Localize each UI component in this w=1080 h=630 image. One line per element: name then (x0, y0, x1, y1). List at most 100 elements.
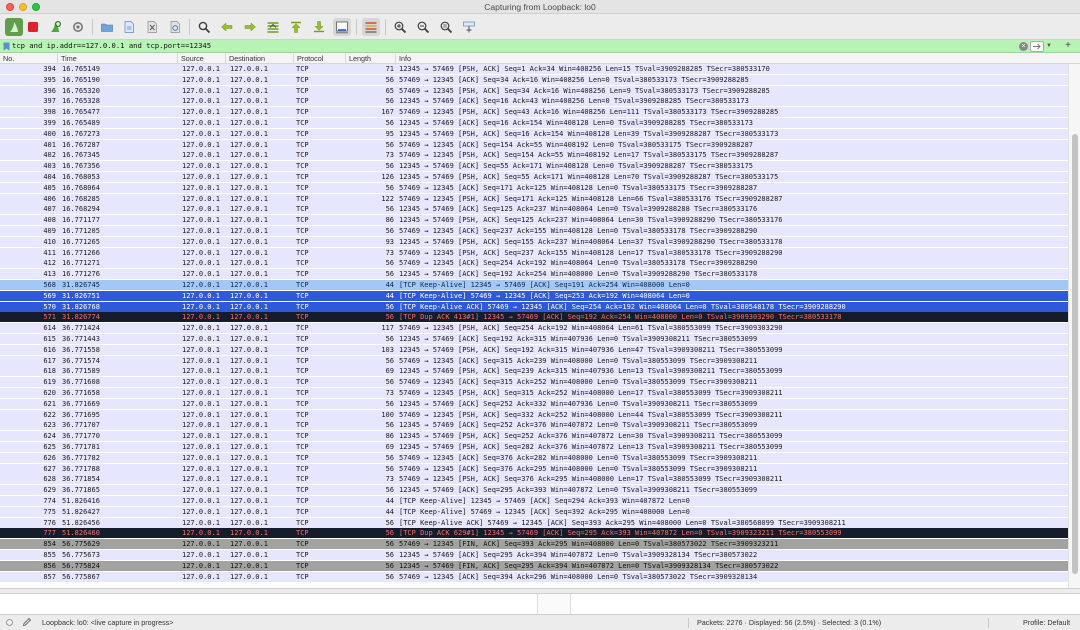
packet-row[interactable]: 568 31.826745 127.0.0.1 127.0.0.1 TCP 44 [TCP … (0, 280, 1068, 290)
packet-source: 127.0.0.1 (182, 356, 220, 365)
stop-capture-button[interactable] (24, 18, 42, 36)
packet-row[interactable]: 403 16.767356 127.0.0.1 127.0.0.1 TCP 56 12345… (0, 161, 1068, 172)
packet-row[interactable]: 401 16.767287 127.0.0.1 127.0.0.1 TCP 56 57469… (0, 139, 1068, 150)
packet-row[interactable]: 405 16.768064 127.0.0.1 127.0.0.1 TCP 56 57469… (0, 182, 1068, 193)
packet-row[interactable]: 618 36.771589 127.0.0.1 127.0.0.1 TCP 69 12345… (0, 366, 1068, 377)
packet-row[interactable]: 410 16.771265 127.0.0.1 127.0.0.1 TCP 93 12345… (0, 236, 1068, 247)
packet-row[interactable]: 569 31.826751 127.0.0.1 127.0.0.1 TCP 44 [TCP … (0, 290, 1068, 301)
packet-row[interactable]: 856 56.775824 127.0.0.1 127.0.0.1 TCP 56 12345… (0, 560, 1068, 571)
packet-row[interactable]: 409 16.771205 127.0.0.1 127.0.0.1 TCP 56 57469… (0, 226, 1068, 236)
packet-row[interactable]: 627 36.771788 127.0.0.1 127.0.0.1 TCP 56 57469… (0, 463, 1068, 474)
packet-row[interactable]: 408 16.771177 127.0.0.1 127.0.0.1 TCP 86 12345… (0, 215, 1068, 226)
bookmark-icon[interactable] (3, 42, 10, 51)
packet-row[interactable]: 622 36.771695 127.0.0.1 127.0.0.1 TCP 100 5746… (0, 409, 1068, 420)
add-filter-button[interactable]: + (1062, 40, 1074, 52)
packet-row[interactable]: 616 36.771558 127.0.0.1 127.0.0.1 TCP 103 1234… (0, 344, 1068, 355)
packet-info: 12345 → 57469 [ACK] Seq=55 Ack=171 Win=4… (399, 162, 754, 171)
packet-row[interactable]: 399 16.765489 127.0.0.1 127.0.0.1 TCP 56 12345… (0, 118, 1068, 128)
packet-row[interactable]: 396 16.765320 127.0.0.1 127.0.0.1 TCP 65 57469… (0, 85, 1068, 96)
packet-row[interactable]: 398 16.765477 127.0.0.1 127.0.0.1 TCP 167 5746… (0, 107, 1068, 118)
packet-row[interactable]: 854 56.775629 127.0.0.1 127.0.0.1 TCP 56 57469… (0, 539, 1068, 550)
packet-row[interactable]: 411 16.771266 127.0.0.1 127.0.0.1 TCP 73 57469… (0, 247, 1068, 258)
recent-filters-dropdown[interactable]: ▼ (1045, 41, 1053, 52)
packet-destination: 127.0.0.1 (230, 356, 268, 365)
packet-row[interactable]: 402 16.767345 127.0.0.1 127.0.0.1 TCP 73 57469… (0, 150, 1068, 161)
packet-row[interactable]: 407 16.768294 127.0.0.1 127.0.0.1 TCP 56 12345… (0, 204, 1068, 215)
packet-source: 127.0.0.1 (182, 140, 220, 149)
scrollbar-thumb[interactable] (1072, 134, 1078, 574)
packet-row[interactable]: 624 36.771770 127.0.0.1 127.0.0.1 TCP 86 12345… (0, 431, 1068, 442)
pane-resize-grip[interactable] (537, 594, 571, 614)
start-capture-button[interactable] (5, 18, 23, 36)
zoom-out-button[interactable] (414, 18, 432, 36)
packet-row[interactable]: 400 16.767273 127.0.0.1 127.0.0.1 TCP 95 12345… (0, 128, 1068, 139)
last-packet-button[interactable] (310, 18, 328, 36)
packet-row[interactable]: 614 36.771424 127.0.0.1 127.0.0.1 TCP 117 5746… (0, 323, 1068, 334)
apply-filter-button[interactable] (1030, 41, 1044, 52)
go-to-packet-button[interactable] (264, 18, 282, 36)
capture-comment-icon[interactable] (22, 617, 32, 627)
reload-file-button[interactable] (166, 18, 184, 36)
packet-protocol: TCP (296, 497, 309, 505)
column-header-protocol[interactable]: Protocol (294, 54, 346, 64)
packet-row[interactable]: 620 36.771658 127.0.0.1 127.0.0.1 TCP 73 57469… (0, 388, 1068, 398)
column-header-length[interactable]: Length (346, 54, 396, 64)
packet-list[interactable]: 394 16.765149 127.0.0.1 127.0.0.1 TCP 71 12345… (0, 64, 1068, 588)
clear-filter-button[interactable]: × (1019, 42, 1028, 51)
restart-capture-button[interactable] (46, 18, 64, 36)
find-packet-button[interactable] (195, 18, 213, 36)
colorize-button[interactable] (362, 18, 380, 36)
packet-row[interactable]: 621 36.771669 127.0.0.1 127.0.0.1 TCP 56 12345… (0, 398, 1068, 409)
go-back-button[interactable] (218, 18, 236, 36)
packet-row[interactable]: 625 36.771781 127.0.0.1 127.0.0.1 TCP 69 12345… (0, 442, 1068, 452)
packet-length: 56 (385, 378, 394, 387)
packet-row[interactable]: 395 16.765190 127.0.0.1 127.0.0.1 TCP 56 57469… (0, 74, 1068, 85)
column-header-time[interactable]: Time (58, 54, 178, 64)
capture-options-button[interactable] (69, 18, 87, 36)
zoom-in-button[interactable] (391, 18, 409, 36)
packet-row[interactable]: 406 16.768285 127.0.0.1 127.0.0.1 TCP 122 5746… (0, 193, 1068, 204)
packet-row[interactable]: 404 16.768053 127.0.0.1 127.0.0.1 TCP 126 1234… (0, 172, 1068, 182)
packet-row[interactable]: 571 31.826774 127.0.0.1 127.0.0.1 TCP 56 [TCP … (0, 312, 1068, 323)
packet-row[interactable]: 570 31.826768 127.0.0.1 127.0.0.1 TCP 56 [TCP … (0, 301, 1068, 312)
packet-row[interactable]: 855 56.775673 127.0.0.1 127.0.0.1 TCP 56 12345… (0, 550, 1068, 560)
packet-row[interactable]: 394 16.765149 127.0.0.1 127.0.0.1 TCP 71 12345… (0, 64, 1068, 74)
packet-row[interactable]: 775 51.826427 127.0.0.1 127.0.0.1 TCP 44 [TCP … (0, 506, 1068, 517)
packet-protocol: TCP (296, 108, 309, 117)
save-file-button[interactable] (120, 18, 138, 36)
autoscroll-button[interactable] (333, 18, 351, 36)
packet-row[interactable]: 857 56.775867 127.0.0.1 127.0.0.1 TCP 56 57469… (0, 571, 1068, 582)
packet-row[interactable]: 412 16.771271 127.0.0.1 127.0.0.1 TCP 56 57469… (0, 258, 1068, 269)
go-forward-button[interactable] (241, 18, 259, 36)
packet-row[interactable]: 774 51.826416 127.0.0.1 127.0.0.1 TCP 44 [TCP … (0, 496, 1068, 506)
packet-row[interactable]: 615 36.771443 127.0.0.1 127.0.0.1 TCP 56 12345… (0, 334, 1068, 344)
packet-source: 127.0.0.1 (182, 129, 220, 138)
column-header-source[interactable]: Source (178, 54, 226, 64)
column-header-destination[interactable]: Destination (226, 54, 294, 64)
zoom-normal-button[interactable] (437, 18, 455, 36)
column-header-no[interactable]: No. (0, 54, 58, 64)
packet-row[interactable]: 623 36.771707 127.0.0.1 127.0.0.1 TCP 56 12345… (0, 420, 1068, 431)
packet-row[interactable]: 628 36.771854 127.0.0.1 127.0.0.1 TCP 73 57469… (0, 474, 1068, 485)
packet-row[interactable]: 397 16.765328 127.0.0.1 127.0.0.1 TCP 56 12345… (0, 96, 1068, 107)
zoom-out-icon (417, 21, 430, 34)
open-file-button[interactable] (98, 18, 116, 36)
packet-row[interactable]: 776 51.826456 127.0.0.1 127.0.0.1 TCP 56 [TCP … (0, 517, 1068, 528)
profile-text[interactable]: Profile: Default (1023, 615, 1070, 630)
close-file-button[interactable] (143, 18, 161, 36)
packet-row[interactable]: 629 36.771865 127.0.0.1 127.0.0.1 TCP 56 12345… (0, 485, 1068, 496)
packet-row[interactable]: 617 36.771574 127.0.0.1 127.0.0.1 TCP 56 57469… (0, 355, 1068, 366)
packet-row[interactable]: 413 16.771276 127.0.0.1 127.0.0.1 TCP 56 12345… (0, 269, 1068, 280)
packet-protocol: TCP (296, 75, 309, 84)
display-filter-input[interactable] (12, 40, 1012, 52)
file-icon (124, 21, 134, 33)
packet-row[interactable]: 777 51.826460 127.0.0.1 127.0.0.1 TCP 56 [TCP … (0, 528, 1068, 539)
packet-list-scrollbar[interactable] (1068, 64, 1080, 588)
expert-info-icon[interactable] (6, 619, 13, 626)
first-packet-button[interactable] (287, 18, 305, 36)
resize-columns-button[interactable] (460, 18, 478, 36)
packet-row[interactable]: 619 36.771608 127.0.0.1 127.0.0.1 TCP 56 57469… (0, 377, 1068, 388)
column-header-info[interactable]: Info (396, 54, 1080, 64)
packet-row[interactable]: 626 36.771782 127.0.0.1 127.0.0.1 TCP 56 57469… (0, 452, 1068, 463)
packet-info: 57469 → 12345 [ACK] Seq=376 Ack=295 Win=… (399, 464, 758, 473)
